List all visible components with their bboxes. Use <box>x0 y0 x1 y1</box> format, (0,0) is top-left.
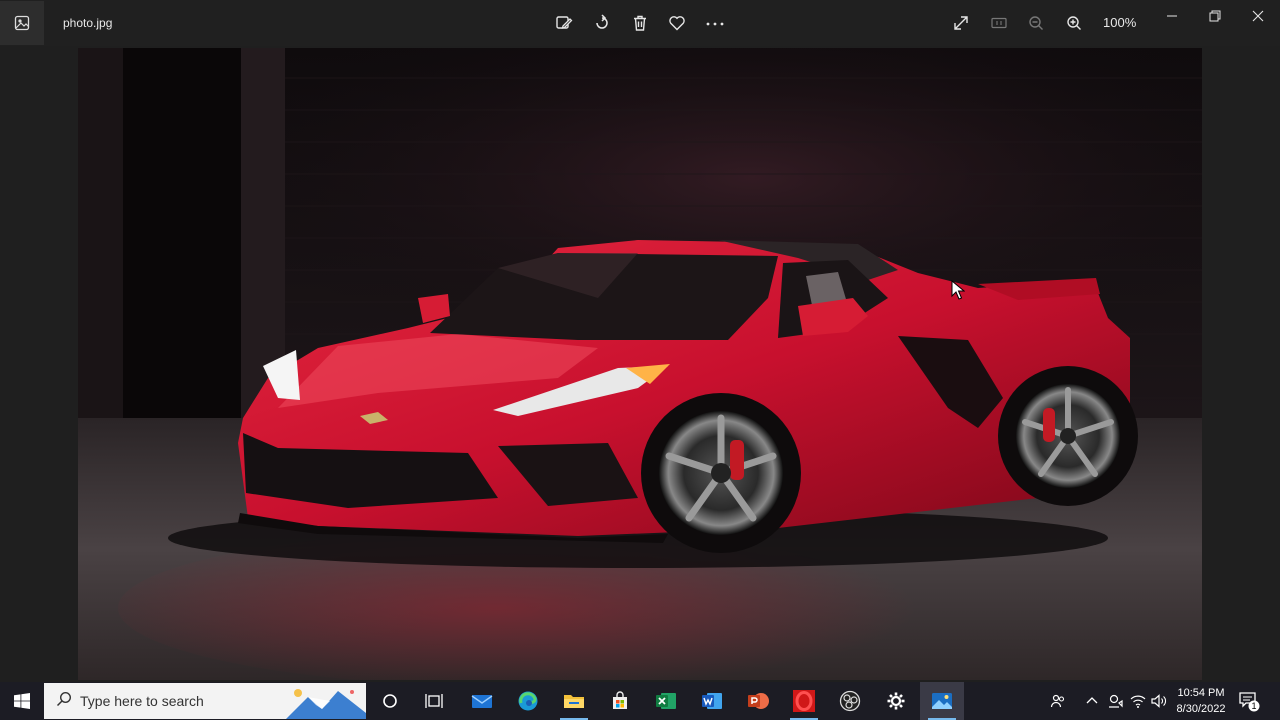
task-view-icon[interactable] <box>412 682 456 720</box>
favorite-icon[interactable] <box>664 10 690 36</box>
rotate-icon[interactable] <box>589 10 615 36</box>
meet-now-icon[interactable] <box>1106 692 1124 710</box>
notification-count: 1 <box>1251 701 1256 711</box>
excel-icon[interactable] <box>644 682 688 720</box>
edge-icon[interactable] <box>506 682 550 720</box>
search-highlight-illustration <box>286 683 366 719</box>
fullscreen-icon[interactable] <box>948 10 974 36</box>
file-explorer-icon[interactable] <box>552 682 596 720</box>
photos-icon[interactable] <box>920 682 964 720</box>
actual-size-icon[interactable] <box>986 10 1012 36</box>
notification-center-icon[interactable]: 1 <box>1238 690 1260 717</box>
volume-icon[interactable] <box>1150 692 1168 710</box>
word-icon[interactable] <box>690 682 734 720</box>
file-name: photo.jpg <box>63 16 113 30</box>
cortana-icon[interactable] <box>368 682 412 720</box>
image-viewer[interactable] <box>0 46 1280 682</box>
delete-icon[interactable] <box>627 10 653 36</box>
zoom-out-icon[interactable] <box>1023 10 1049 36</box>
minimize-icon[interactable] <box>1150 0 1194 32</box>
store-icon[interactable] <box>598 682 642 720</box>
car-photo <box>78 48 1202 680</box>
zoom-in-icon[interactable] <box>1061 10 1087 36</box>
powerpoint-icon[interactable] <box>736 682 780 720</box>
zoom-level[interactable]: 100% <box>1103 15 1136 30</box>
search-placeholder: Type here to search <box>80 693 204 709</box>
mail-icon[interactable] <box>460 682 504 720</box>
search-icon <box>56 691 72 712</box>
obs-icon[interactable] <box>828 682 872 720</box>
chevron-up-icon[interactable] <box>1083 692 1101 710</box>
system-clock[interactable]: 10:54 PM 8/30/2022 <box>1170 685 1232 717</box>
clock-time: 10:54 PM <box>1177 687 1225 699</box>
mouse-cursor-icon <box>951 279 966 305</box>
network-icon[interactable] <box>1129 692 1147 710</box>
start-button[interactable] <box>0 682 44 720</box>
settings-icon[interactable] <box>874 682 918 720</box>
restore-icon[interactable] <box>1193 0 1237 32</box>
clock-date: 8/30/2022 <box>1176 703 1226 715</box>
more-icon[interactable] <box>702 10 728 36</box>
close-icon[interactable] <box>1236 0 1280 32</box>
taskbar-search-box[interactable]: Type here to search <box>44 683 366 719</box>
photos-app-icon[interactable] <box>0 1 44 45</box>
people-icon[interactable] <box>1049 692 1067 710</box>
opera-icon[interactable] <box>782 682 826 720</box>
edit-image-icon[interactable] <box>551 10 577 36</box>
